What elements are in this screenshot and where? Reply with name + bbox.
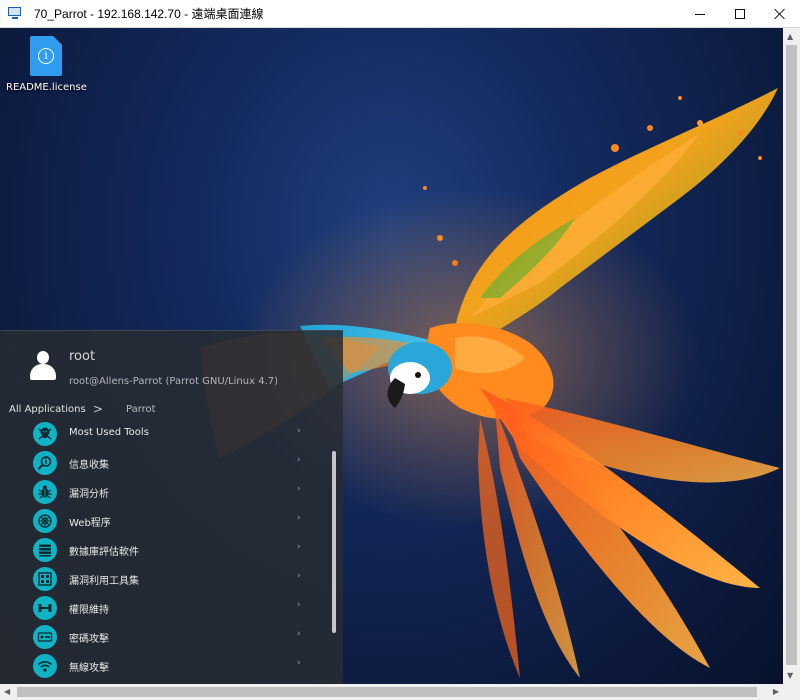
menu-item-label: 權限維持 — [69, 605, 109, 616]
remote-desktop[interactable]: i README.license root root@Allens-Parrot… — [0, 28, 783, 684]
info-file-icon: i — [30, 36, 62, 76]
menu-item-vulnerability-analysis[interactable]: 漏洞分析 › — [0, 477, 330, 506]
window-title: 70_Parrot - 192.168.142.70 - 遠端桌面連線 — [34, 7, 264, 21]
remote-desktop-icon — [8, 6, 24, 21]
menu-item-label: 漏洞利用工具集 — [69, 576, 139, 587]
minimize-button[interactable] — [680, 0, 720, 28]
chevron-right-icon: › — [297, 513, 301, 523]
horizontal-scroll-thumb[interactable] — [17, 687, 757, 697]
breadcrumb-all-applications[interactable]: All Applications — [9, 404, 86, 415]
user-header: root root@Allens-Parrot (Parrot GNU/Linu… — [0, 331, 343, 397]
scroll-left-icon[interactable]: ◀ — [4, 687, 10, 696]
chevron-right-icon: › — [297, 542, 301, 552]
chevron-right-icon: › — [297, 426, 301, 436]
close-button[interactable] — [760, 0, 800, 28]
menu-item-database-assessment[interactable]: 數據庫評估軟件 › — [0, 535, 330, 564]
password-icon — [33, 625, 57, 649]
bug-icon — [33, 480, 57, 504]
scroll-up-icon[interactable]: ▲ — [787, 32, 793, 41]
menu-item-label: 數據庫評估軟件 — [69, 547, 139, 558]
info-search-icon — [33, 451, 57, 475]
user-name: root — [69, 349, 96, 364]
menu-item-web-applications[interactable]: Web程序 › — [0, 506, 330, 535]
menu-item-maintaining-access[interactable]: 權限維持 › — [0, 593, 330, 622]
scroll-right-icon[interactable]: ▶ — [773, 687, 779, 696]
chevron-right-icon: › — [297, 629, 301, 639]
chevron-right-icon: › — [297, 658, 301, 668]
wireless-icon — [33, 654, 57, 678]
desktop-icon-readme[interactable]: i README.license — [6, 34, 87, 93]
application-menu: root root@Allens-Parrot (Parrot GNU/Linu… — [0, 330, 343, 684]
chevron-right-icon: › — [297, 455, 301, 465]
chevron-right-icon: › — [297, 484, 301, 494]
menu-item-password-attacks[interactable]: 密碼攻擊 › — [0, 622, 330, 651]
skull-icon — [33, 422, 57, 446]
vertical-scrollbar[interactable]: ▲ ▼ — [783, 28, 800, 684]
menu-item-label: Most Used Tools — [69, 427, 149, 438]
maximize-icon — [735, 9, 745, 19]
user-host: root@Allens-Parrot (Parrot GNU/Linux 4.7… — [69, 376, 279, 387]
minimize-icon — [695, 13, 705, 15]
menu-item-most-used-tools[interactable]: Most Used Tools › — [0, 419, 330, 448]
menu-item-wireless-attacks[interactable]: 無線攻擊 › — [0, 651, 330, 680]
menu-scrollbar[interactable] — [332, 451, 336, 633]
chevron-right-icon: › — [297, 600, 301, 610]
desktop-icon-label: README.license — [6, 82, 87, 93]
web-icon — [33, 509, 57, 533]
scroll-down-icon[interactable]: ▼ — [787, 671, 793, 680]
breadcrumb-current[interactable]: Parrot — [126, 404, 156, 415]
menu-item-info-gathering[interactable]: 信息收集 › — [0, 448, 330, 477]
horizontal-scrollbar[interactable]: ◀ ▶ — [0, 684, 783, 700]
menu-item-exploitation-tools[interactable]: 漏洞利用工具集 › — [0, 564, 330, 593]
maximize-button[interactable] — [720, 0, 760, 28]
breadcrumb-separator-icon: > — [93, 402, 104, 416]
breadcrumb: All Applications > Parrot — [9, 402, 339, 420]
vertical-scroll-thumb[interactable] — [786, 45, 797, 665]
menu-item-label: 信息收集 — [69, 460, 109, 471]
menu-item-label: 密碼攻擊 — [69, 634, 109, 645]
menu-category-list: Most Used Tools › 信息收集 › 漏洞分析 › Web程序 › … — [0, 419, 330, 680]
scrollbar-corner — [783, 684, 800, 700]
window-titlebar: 70_Parrot - 192.168.142.70 - 遠端桌面連線 — [0, 0, 800, 28]
close-icon — [774, 8, 786, 20]
exploit-icon — [33, 567, 57, 591]
database-icon — [33, 538, 57, 562]
menu-item-label: 無線攻擊 — [69, 663, 109, 674]
persistence-icon — [33, 596, 57, 620]
chevron-right-icon: › — [297, 571, 301, 581]
menu-item-label: 漏洞分析 — [69, 489, 109, 500]
user-avatar-icon — [30, 351, 56, 381]
menu-item-label: Web程序 — [69, 518, 111, 529]
